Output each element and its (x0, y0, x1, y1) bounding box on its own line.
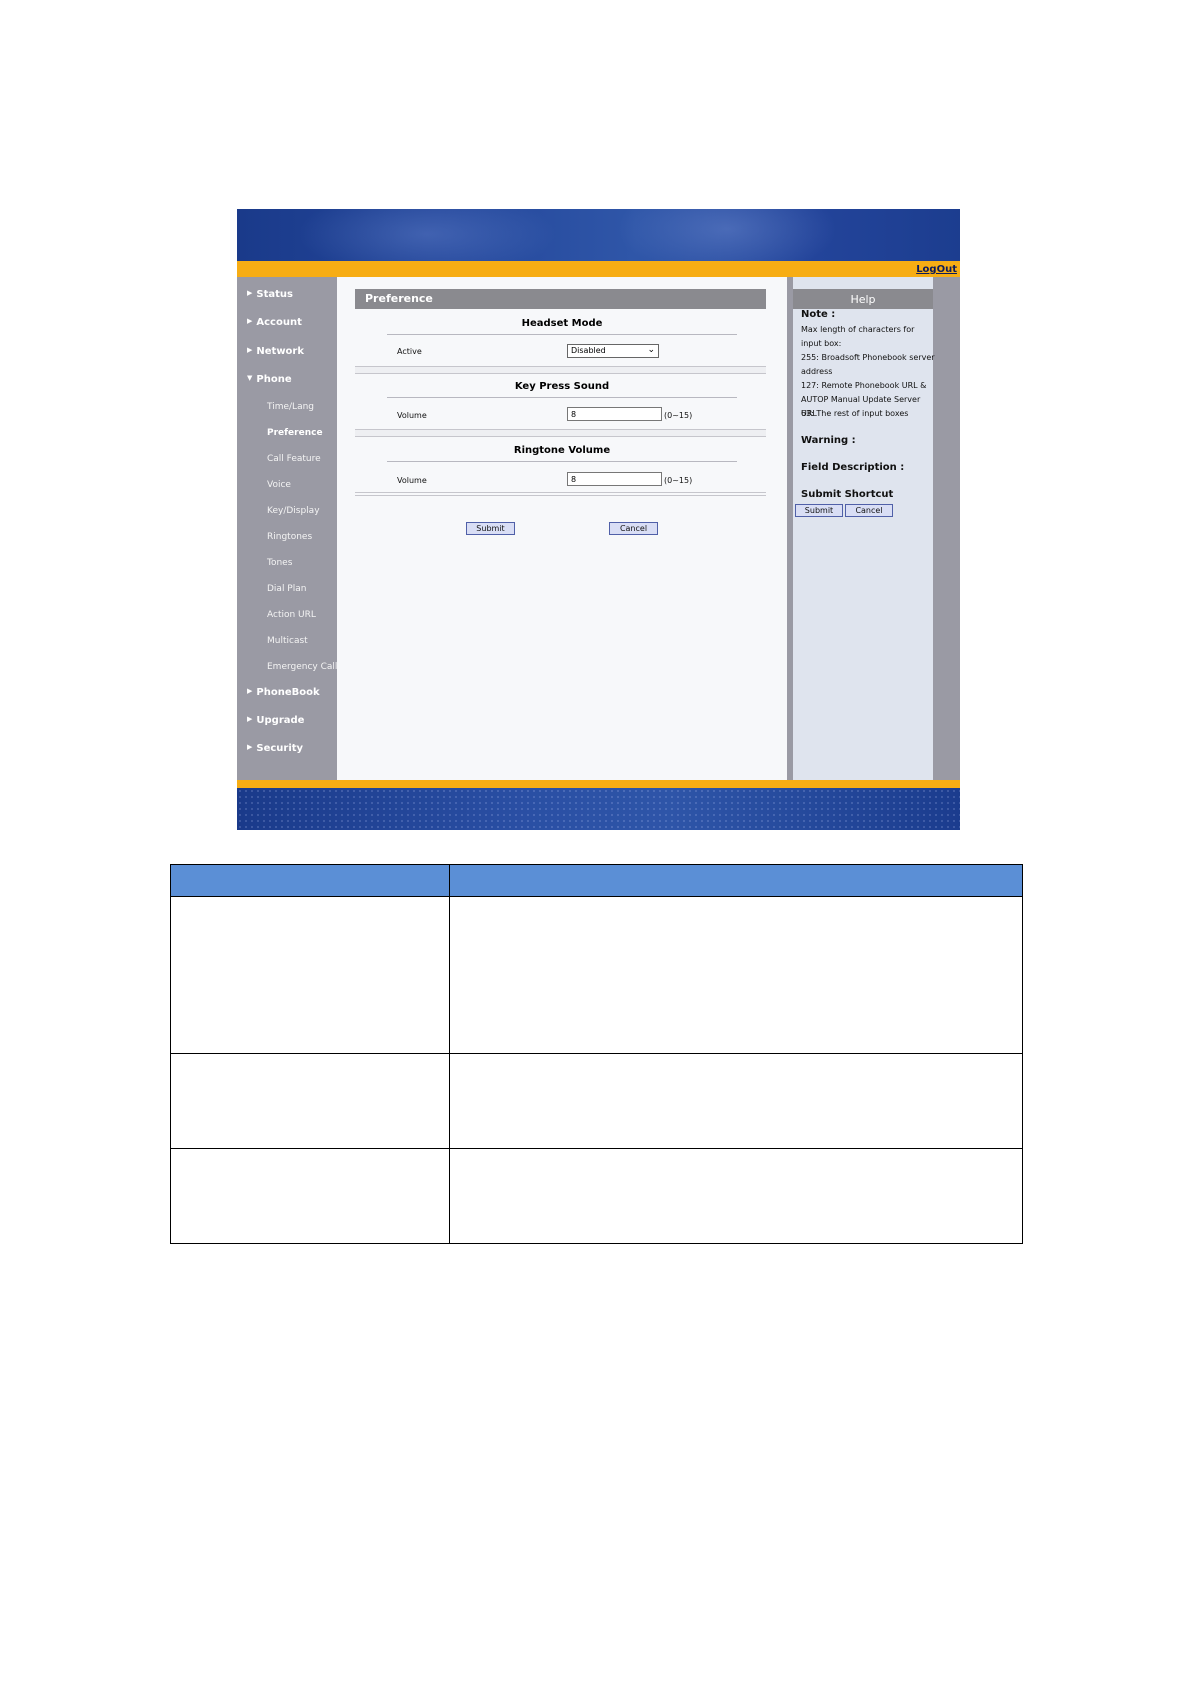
chevron-right-icon: ▶ (247, 687, 253, 695)
field-label-active: Active (397, 347, 422, 356)
sub-nav-emergency-call[interactable]: Emergency Call (267, 662, 337, 672)
chevron-down-icon: ▼ (247, 374, 253, 382)
table-cell (170, 1053, 450, 1149)
sub-nav-ringtones[interactable]: Ringtones (267, 532, 312, 542)
description-table (170, 864, 1024, 1244)
table-cell (448, 1148, 1024, 1244)
chevron-right-icon: ▶ (247, 346, 253, 354)
footer-banner (237, 788, 960, 830)
nav-item-status[interactable]: ▶ Status (247, 289, 293, 300)
section-title-headset-mode: Headset Mode (387, 318, 737, 335)
table-header-row (170, 864, 1024, 897)
sub-nav-voice[interactable]: Voice (267, 480, 291, 490)
nav-item-security[interactable]: ▶ Security (247, 743, 303, 754)
table-row (170, 1148, 1024, 1244)
shortcut-submit-button[interactable]: Submit (795, 504, 843, 517)
sub-nav-action-url[interactable]: Action URL (267, 610, 316, 620)
sub-nav-dial-plan[interactable]: Dial Plan (267, 584, 306, 594)
chevron-right-icon: ▶ (247, 317, 253, 325)
sub-nav-time-lang[interactable]: Time/Lang (267, 402, 314, 412)
table-cell (448, 1053, 1024, 1149)
section-title-ringtone-volume: Ringtone Volume (387, 445, 737, 462)
chevron-down-icon: ⌄ (647, 345, 655, 355)
sub-nav-tones[interactable]: Tones (267, 558, 292, 568)
field-label-volume: Volume (397, 476, 427, 485)
nav-item-phonebook[interactable]: ▶ PhoneBook (247, 687, 320, 698)
chevron-right-icon: ▶ (247, 743, 253, 751)
cancel-button[interactable]: Cancel (609, 522, 658, 535)
ringtone-volume-input[interactable]: 8 (567, 472, 662, 486)
section-divider (355, 429, 766, 437)
nav-item-account[interactable]: ▶ Account (247, 317, 302, 328)
nav-label: Security (256, 743, 304, 754)
nav-label: Phone (256, 374, 292, 385)
help-panel: Note : Max length of characters for inpu… (787, 277, 960, 780)
nav-item-phone[interactable]: ▼ Phone (247, 374, 292, 385)
table-cell (170, 896, 450, 1054)
logout-link[interactable]: LogOut (916, 264, 957, 275)
headset-mode-select[interactable]: Disabled ⌄ (567, 344, 659, 358)
nav-label: Network (256, 346, 305, 357)
field-label-volume: Volume (397, 411, 427, 420)
section-divider (355, 492, 766, 496)
shortcut-cancel-button[interactable]: Cancel (845, 504, 893, 517)
nav-item-upgrade[interactable]: ▶ Upgrade (247, 715, 304, 726)
key-press-volume-input[interactable]: 8 (567, 407, 662, 421)
help-note-label: Note : (801, 309, 836, 320)
help-submit-shortcut-label: Submit Shortcut (801, 489, 894, 500)
nav-label: Status (256, 289, 293, 300)
table-cell (448, 896, 1024, 1054)
bottom-bar (237, 780, 960, 788)
chevron-right-icon: ▶ (247, 715, 253, 723)
table-cell (170, 1148, 450, 1244)
help-title: Help (793, 289, 933, 309)
table-header-cell (448, 864, 1024, 897)
sub-nav-key-display[interactable]: Key/Display (267, 506, 320, 516)
nav-label: PhoneBook (256, 687, 320, 698)
web-ui-screenshot: LogOut ▶ Status ▶ Account ▶ Network ▼ Phone … (237, 209, 960, 830)
sub-nav-call-feature[interactable]: Call Feature (267, 454, 321, 464)
range-hint: (0~15) (664, 476, 693, 485)
nav-item-network[interactable]: ▶ Network (247, 346, 304, 357)
sub-nav-multicast[interactable]: Multicast (267, 636, 308, 646)
help-note-line: Max length of characters for input box: (801, 325, 915, 348)
table-header-cell (170, 864, 450, 897)
help-note-line: 63: The rest of input boxes (801, 409, 909, 418)
sidebar: ▶ Status ▶ Account ▶ Network ▼ Phone Time/La… (237, 277, 337, 780)
main-content: Preference Headset Mode Active Disabled … (337, 277, 787, 780)
chevron-right-icon: ▶ (247, 289, 253, 297)
table-row (170, 1053, 1024, 1149)
sub-nav-preference[interactable]: Preference (267, 428, 323, 438)
top-bar: LogOut (237, 261, 960, 277)
help-note-line: 255: Broadsoft Phonebook server address (801, 353, 935, 376)
banner (237, 209, 960, 279)
nav-label: Account (256, 317, 302, 328)
section-title-key-press-sound: Key Press Sound (387, 381, 737, 398)
nav-label: Upgrade (256, 715, 305, 726)
select-value: Disabled (571, 346, 606, 355)
table-row (170, 896, 1024, 1054)
section-divider (355, 366, 766, 374)
help-body: Note : Max length of characters for inpu… (793, 277, 935, 780)
help-field-description-label: Field Description : (801, 462, 905, 473)
footer-pattern (237, 788, 960, 830)
submit-button[interactable]: Submit (466, 522, 515, 535)
help-warning-label: Warning : (801, 435, 856, 446)
range-hint: (0~15) (664, 411, 693, 420)
page-title: Preference (355, 289, 766, 309)
